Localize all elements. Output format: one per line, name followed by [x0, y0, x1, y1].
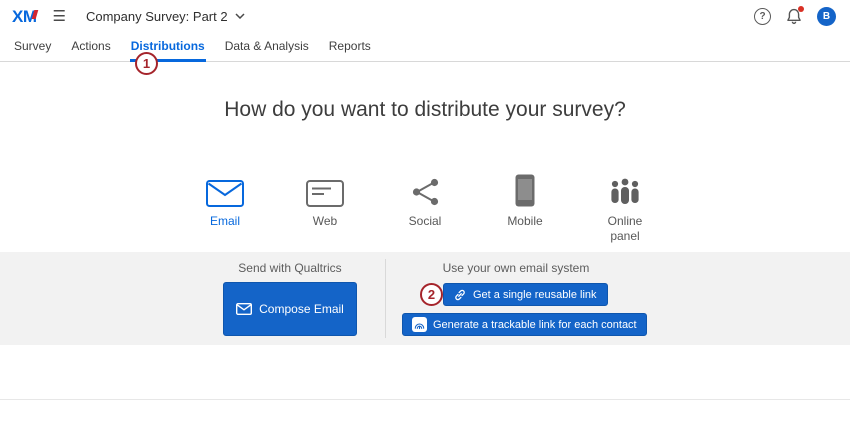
compose-email-button-label: Compose Email [259, 302, 344, 316]
trackable-link-label: Generate a trackable link for each conta… [433, 319, 637, 331]
channel-social-label: Social [409, 214, 442, 229]
online-panel-people-icon [608, 163, 642, 207]
link-icon [454, 289, 466, 301]
xm-logo[interactable]: XM [12, 8, 37, 25]
trackable-link-button[interactable]: Generate a trackable link for each conta… [402, 313, 647, 336]
logo-x: X [12, 7, 23, 26]
distribution-channels: Email Web Social [0, 163, 850, 244]
annotation-step-2: 2 [420, 283, 443, 306]
top-bar: XM ☰ Company Survey: Part 2 ? B [0, 0, 850, 32]
notification-badge-dot [798, 6, 804, 12]
own-email-system-label: Use your own email system [408, 261, 624, 275]
compose-envelope-icon [236, 303, 252, 315]
chevron-down-icon [235, 13, 245, 19]
channel-web-label: Web [313, 214, 337, 229]
tab-reports[interactable]: Reports [319, 32, 381, 61]
channel-email-label: Email [210, 214, 240, 229]
channel-online-panel[interactable]: Online panel [593, 163, 657, 244]
channel-email[interactable]: Email [193, 163, 257, 244]
annotation-step-1: 1 [135, 52, 158, 75]
qualtrics-distributions-page: XM ☰ Company Survey: Part 2 ? B Survey A… [0, 0, 850, 425]
section-divider [385, 259, 386, 338]
tab-actions[interactable]: Actions [61, 32, 120, 61]
bottom-divider [0, 399, 850, 400]
channel-online-panel-label: Online panel [593, 214, 657, 244]
channel-mobile-label: Mobile [507, 214, 542, 229]
page-title: How do you want to distribute your surve… [0, 98, 850, 122]
tab-distributions[interactable]: Distributions [121, 32, 215, 61]
send-with-qualtrics-label: Send with Qualtrics [223, 261, 357, 275]
channel-social[interactable]: Social [393, 163, 457, 244]
web-browser-icon [306, 163, 344, 207]
fingerprint-icon [412, 317, 427, 332]
tab-distributions-label: Distributions [131, 39, 205, 53]
channel-web[interactable]: Web [293, 163, 357, 244]
survey-title-dropdown[interactable]: Company Survey: Part 2 [86, 9, 245, 24]
notifications-bell-icon[interactable] [786, 8, 802, 25]
survey-title: Company Survey: Part 2 [86, 9, 228, 24]
help-icon[interactable]: ? [754, 8, 771, 25]
social-share-icon [410, 163, 441, 207]
channel-mobile[interactable]: Mobile [493, 163, 557, 244]
user-avatar[interactable]: B [817, 7, 836, 26]
tab-survey[interactable]: Survey [4, 32, 61, 61]
hamburger-menu-icon[interactable]: ☰ [53, 9, 66, 24]
mobile-phone-icon [515, 163, 535, 207]
topbar-actions: ? B [754, 7, 836, 26]
project-nav-tabs: Survey Actions Distributions Data & Anal… [0, 32, 850, 62]
single-reusable-link-label: Get a single reusable link [473, 289, 597, 301]
email-envelope-icon [206, 163, 244, 207]
tab-data-analysis[interactable]: Data & Analysis [215, 32, 319, 61]
single-reusable-link-button[interactable]: Get a single reusable link [443, 283, 608, 306]
compose-email-button[interactable]: Compose Email [223, 282, 357, 336]
